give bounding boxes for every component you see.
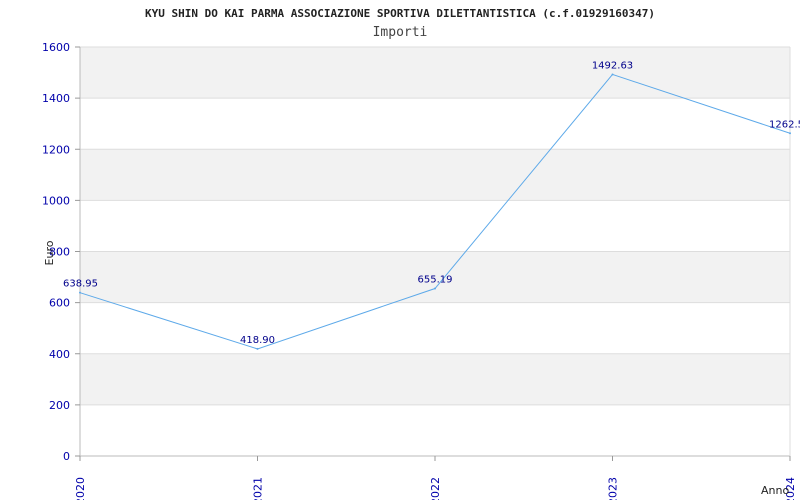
y-tick-label: 400 [49, 348, 70, 361]
y-tick-label: 600 [49, 297, 70, 310]
x-axis-label: Anno [761, 484, 789, 497]
data-point [256, 347, 259, 350]
x-tick-label: 2023 [607, 477, 620, 500]
data-point [789, 132, 791, 135]
x-tick-label: 2020 [74, 477, 87, 500]
x-tick-label: 2022 [429, 477, 442, 500]
line-chart: 02004006008001000120014001600 2020 2021 20… [42, 41, 800, 500]
data-point [611, 73, 614, 76]
data-point [79, 291, 81, 294]
data-label: 1492.63 [592, 60, 633, 71]
data-point [434, 287, 436, 290]
x-tick-label: 2021 [252, 477, 265, 500]
data-label: 1262.5 [769, 119, 800, 130]
grid-band [80, 47, 790, 99]
grid-band [80, 200, 790, 252]
grid-band [80, 98, 790, 150]
y-tick-label: 1200 [42, 143, 70, 156]
grid-band [80, 149, 790, 201]
grid-band [80, 302, 790, 354]
y-tick-label: 1000 [42, 194, 70, 207]
grid-band [80, 404, 790, 456]
y-tick-label: 200 [49, 399, 70, 412]
y-tick-label: 0 [63, 450, 70, 463]
y-tick-label: 1400 [42, 92, 70, 105]
data-label: 655.19 [418, 275, 453, 286]
x-axis-ticks: 2020 2021 2022 2023 2024 [74, 456, 797, 500]
data-label: 418.90 [240, 335, 275, 346]
y-axis-label: Euro [43, 240, 56, 265]
data-label: 638.95 [63, 279, 98, 290]
grid-band [80, 353, 790, 405]
y-tick-label: 1600 [42, 41, 70, 54]
